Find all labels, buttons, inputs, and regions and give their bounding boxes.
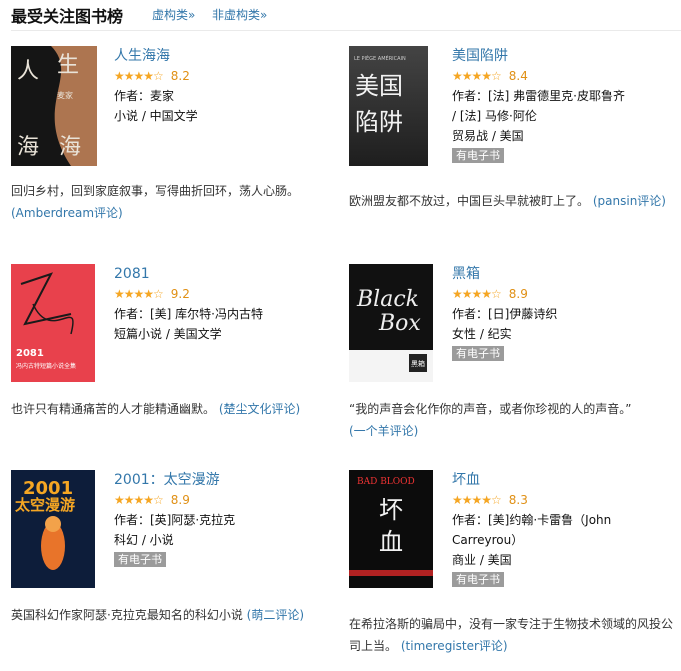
svg-text:陷阱: 陷阱 [355,108,403,136]
section-title: 最受关注图书榜 [11,7,124,26]
svg-text:血: 血 [379,528,403,556]
book-description: 也许只有精通痛苦的人才能精通幽默。 (楚尘文化评论) [11,398,341,420]
book-genre: 贸易战 / 美国 [452,129,524,143]
star-rating-icon: ★★★★☆ [114,69,164,83]
book-cover[interactable]: 人 生 海 海 麦家 [11,46,97,166]
book-genre: 商业 / 美国 [452,553,512,567]
svg-text:海: 海 [59,135,81,160]
svg-text:太空漫游: 太空漫游 [15,496,75,514]
book-title-link[interactable]: 坏血 [452,470,677,490]
review-link[interactable]: (一个羊评论) [349,424,418,438]
book-author: 作者：[日]伊藤诗织 [452,307,558,321]
book-genre: 小说 / 中国文学 [114,109,198,123]
svg-text:生: 生 [57,53,79,78]
review-link[interactable]: (timeregister评论) [401,639,508,653]
book-genre: 女性 / 纪实 [452,327,512,341]
book-title-link[interactable]: 2081 [114,264,339,284]
rating-score: 9.2 [170,287,190,301]
book-description: “我的声音会化作你的声音，或者你珍视的人的声音。” (一个羊评论) [349,398,679,442]
ebook-badge[interactable]: 有电子书 [452,572,504,587]
section-header: 最受关注图书榜 虚构类» 非虚构类» [11,0,681,31]
svg-text:Black: Black [356,287,419,312]
ebook-badge[interactable]: 有电子书 [452,148,504,163]
book-author: 作者：[英]阿瑟·克拉克 [114,513,236,527]
svg-text:人: 人 [17,59,39,84]
book-genre: 科幻 / 小说 [114,533,174,547]
book-cover-art: 2001 太空漫游 [11,470,95,588]
book-cover-art: Black Box 黑箱 [349,264,433,382]
svg-text:Box: Box [378,311,421,336]
svg-text:BAD BLOOD: BAD BLOOD [357,477,415,487]
rating-score: 8.9 [508,287,528,301]
book-title-link[interactable]: 美国陷阱 [452,46,677,66]
book-description: 英国科幻作家阿瑟·克拉克最知名的科幻小说 (萌二评论) [11,604,341,626]
ebook-badge[interactable]: 有电子书 [114,552,166,567]
book-cover[interactable]: LE PIÈGE AMÉRICAIN 美国 陷阱 [349,46,428,166]
rating-score: 8.9 [170,493,190,507]
ebook-badge[interactable]: 有电子书 [452,346,504,361]
description-text: 在希拉洛斯的骗局中，没有一家专注于生物技术领域的风投公司上当。 [349,617,674,653]
review-link[interactable]: (pansin评论) [593,194,666,208]
book-genre: 短篇小说 / 美国文学 [114,327,222,341]
rating: ★★★★☆ 8.3 [452,492,677,508]
rating-score: 8.4 [508,69,528,83]
book-cover-art: 人 生 海 海 麦家 [11,46,97,166]
rating: ★★★★☆ 8.9 [452,286,677,302]
rating: ★★★★☆ 8.9 [114,492,339,508]
book-cover[interactable]: 2081 冯内古特短篇小说全集 [11,264,95,382]
svg-text:美国: 美国 [355,72,403,100]
book-cover[interactable]: Black Box 黑箱 [349,264,433,382]
description-text: 回归乡村，回到家庭叙事，写得曲折回环，荡人心肠。 [11,184,300,198]
star-rating-icon: ★★★★☆ [114,493,164,507]
description-text: 欧洲盟友都不放过，中国巨头早就被盯上了。 [349,194,590,208]
rating-score: 8.3 [508,493,528,507]
book-title-link[interactable]: 黑箱 [452,264,677,284]
review-link[interactable]: (Amberdream评论) [11,206,123,220]
rating-score: 8.2 [170,69,190,83]
review-link[interactable]: (萌二评论) [247,608,304,622]
svg-text:LE PIÈGE AMÉRICAIN: LE PIÈGE AMÉRICAIN [354,54,406,62]
book-title-link[interactable]: 人生海海 [114,46,339,66]
book-description: 欧洲盟友都不放过，中国巨头早就被盯上了。 (pansin评论) [349,190,679,212]
description-text: 也许只有精通痛苦的人才能精通幽默。 [11,402,216,416]
star-rating-icon: ★★★★☆ [114,287,164,301]
svg-text:坏: 坏 [379,496,403,524]
book-cover-art: LE PIÈGE AMÉRICAIN 美国 陷阱 [349,46,428,166]
svg-text:2081: 2081 [16,348,44,359]
book-author: 作者：[法] 弗雷德里克·皮耶鲁齐 / [法] 马修·阿伦 [452,89,625,123]
description-text: 英国科幻作家阿瑟·克拉克最知名的科幻小说 [11,608,243,622]
star-rating-icon: ★★★★☆ [452,69,502,83]
book-cover[interactable]: 2001 太空漫游 [11,470,95,588]
star-rating-icon: ★★★★☆ [452,287,502,301]
book-cover-art: BAD BLOOD 坏 血 [349,470,433,588]
svg-text:冯内古特短篇小说全集: 冯内古特短篇小说全集 [16,362,76,370]
book-title-link[interactable]: 2001：太空漫游 [114,470,339,490]
rating: ★★★★☆ 8.2 [114,68,339,84]
book-cover-art: 2081 冯内古特短篇小说全集 [11,264,95,382]
svg-text:黑箱: 黑箱 [411,359,425,368]
description-text: “我的声音会化作你的声音，或者你珍视的人的声音。” [349,402,632,416]
book-author: 作者：[美] 库尔特·冯内古特 [114,307,263,321]
review-link[interactable]: (楚尘文化评论) [219,402,300,416]
star-rating-icon: ★★★★☆ [452,493,502,507]
book-description: 在希拉洛斯的骗局中，没有一家专注于生物技术领域的风投公司上当。 (timereg… [349,613,679,657]
tab-fiction[interactable]: 虚构类» [152,6,195,23]
book-cover[interactable]: BAD BLOOD 坏 血 [349,470,433,588]
svg-text:麦家: 麦家 [57,90,73,100]
rating: ★★★★☆ 9.2 [114,286,339,302]
rating: ★★★★☆ 8.4 [452,68,677,84]
svg-text:海: 海 [17,135,39,160]
book-description: 回归乡村，回到家庭叙事，写得曲折回环，荡人心肠。 (Amberdream评论) [11,180,341,224]
book-author: 作者：[美]约翰·卡雷鲁（John Carreyrou） [452,513,612,547]
tab-nonfiction[interactable]: 非虚构类» [212,6,267,23]
book-author: 作者：麦家 [114,89,175,103]
